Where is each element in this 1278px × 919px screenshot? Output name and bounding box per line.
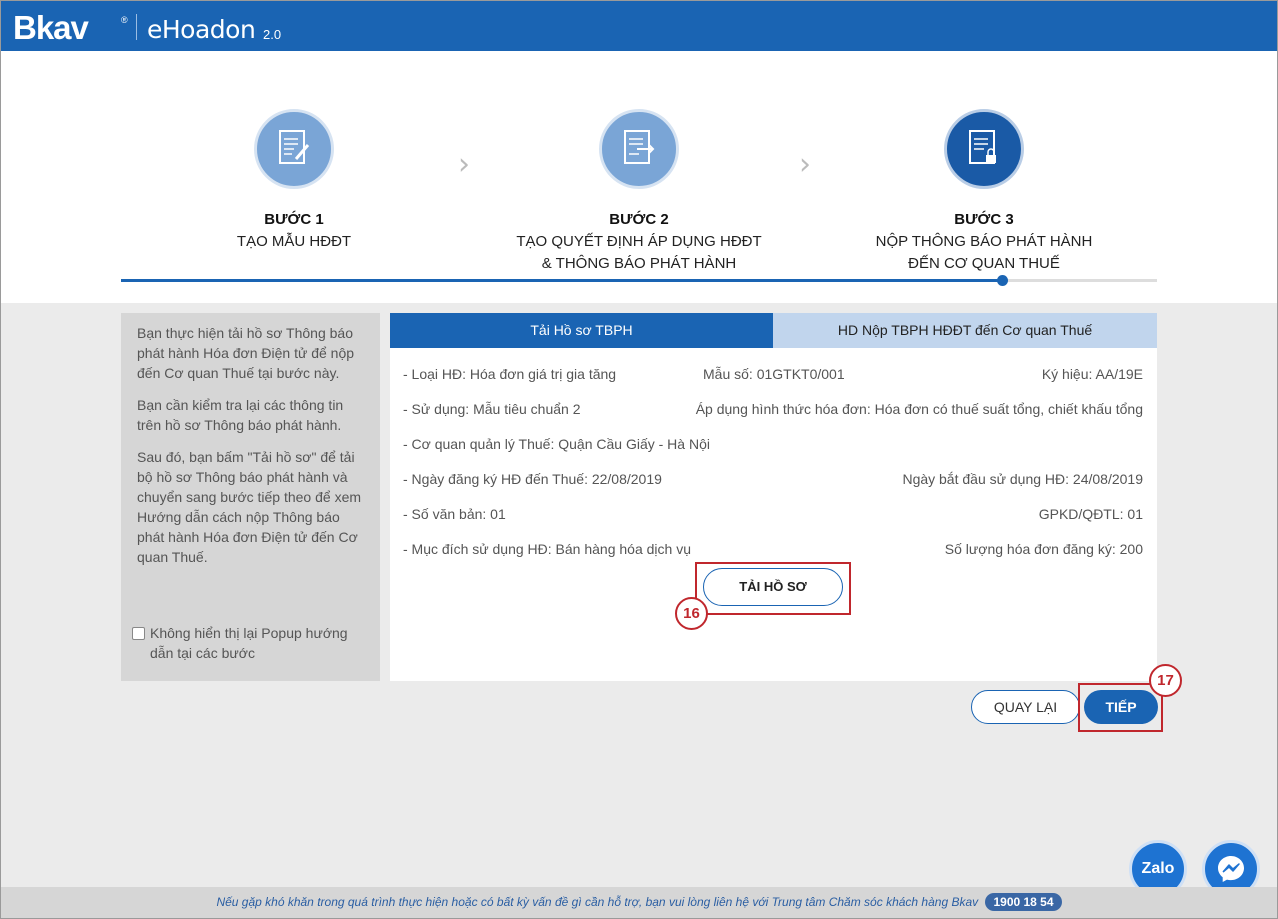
info-row: - Sử dụng: Mẫu tiêu chuẩn 2 Áp dụng hình…: [403, 401, 1143, 421]
step-2-title: BƯỚC 2: [609, 211, 669, 228]
template-usage: - Sử dụng: Mẫu tiêu chuẩn 2: [403, 401, 581, 417]
step-2-desc: TẠO QUYẾT ĐỊNH ÁP DỤNG HĐĐT & THÔNG BÁO …: [516, 233, 762, 272]
serial-symbol: Ký hiệu: AA/19E: [1041, 366, 1143, 382]
invoice-quantity: Số lượng hóa đơn đăng ký: 200: [944, 541, 1143, 557]
step-2-circle: [599, 109, 679, 189]
info-row: - Cơ quan quản lý Thuế: Quận Cầu Giấy - …: [403, 436, 1143, 456]
step-3-title: BƯỚC 3: [954, 211, 1014, 228]
business-license: GPKD/QĐTL: 01: [1038, 506, 1143, 522]
registered-mark: ®: [121, 15, 128, 25]
tab-tai-ho-so[interactable]: Tải Hồ sơ TBPH: [390, 313, 773, 348]
progress-indicator: [996, 275, 1008, 286]
support-footer: Nếu gặp khó khăn trong quá trình thực hi…: [1, 887, 1277, 918]
annotation-box-16: [695, 562, 851, 615]
info-row: - Mục đích sử dụng HĐ: Bán hàng hóa dịch…: [403, 541, 1143, 561]
info-row: - Số văn bản: 01 GPKD/QĐTL: 01: [403, 506, 1143, 526]
step-1-title: BƯỚC 1: [264, 211, 324, 228]
app-name: eHoadon: [147, 15, 256, 44]
step-2: BƯỚC 2 TẠO QUYẾT ĐỊNH ÁP DỤNG HĐĐT & THÔ…: [489, 109, 789, 275]
invoice-form-applied: Áp dụng hình thức hóa đơn: Hóa đơn có th…: [695, 401, 1143, 417]
annotation-badge-17: 17: [1149, 664, 1182, 697]
step-1-desc: TẠO MẪU HĐĐT: [236, 233, 352, 250]
registration-date: - Ngày đăng ký HĐ đến Thuế: 22/08/2019: [403, 471, 662, 487]
main-panel: Tải Hồ sơ TBPH HD Nộp TBPH HĐĐT đến Cơ q…: [390, 313, 1157, 681]
back-button[interactable]: QUAY LẠI: [971, 690, 1080, 724]
support-text: Nếu gặp khó khăn trong quá trình thực hi…: [216, 895, 979, 909]
step-1-circle: [254, 109, 334, 189]
info-row: - Ngày đăng ký HĐ đến Thuế: 22/08/2019 N…: [403, 471, 1143, 491]
hide-popup-label: Không hiển thị lại Popup hướng dẫn tại c…: [150, 625, 348, 661]
chevron-right-icon: ›: [458, 147, 470, 182]
step-wizard: BƯỚC 1 TẠO MẪU HĐĐT › BƯỚC 2 TẠO QUYẾT Đ…: [1, 51, 1277, 303]
help-paragraph: Sau đó, bạn bấm "Tải hồ sơ" để tải bộ hồ…: [137, 449, 362, 565]
zalo-label: Zalo: [1141, 860, 1175, 877]
document-pen-icon: [279, 130, 310, 164]
hide-popup-checkbox[interactable]: Không hiển thị lại Popup hướng dẫn tại c…: [132, 623, 372, 663]
tab-huong-dan-nop[interactable]: HD Nộp TBPH HĐĐT đến Cơ quan Thuế: [773, 313, 1157, 348]
step-3-circle: [944, 109, 1024, 189]
info-row: - Loại HĐ: Hóa đơn giá trị gia tăng Mẫu …: [403, 366, 1143, 386]
progress-fill: [121, 279, 1002, 282]
document-lock-icon: [969, 130, 996, 164]
step-3: BƯỚC 3 NỘP THÔNG BÁO PHÁT HÀNH ĐẾN CƠ QU…: [834, 109, 1134, 275]
annotation-box-17: [1078, 683, 1163, 732]
chevron-right-icon: ›: [799, 147, 811, 182]
tax-authority: - Cơ quan quản lý Thuế: Quận Cầu Giấy - …: [403, 436, 710, 452]
messenger-icon: [1218, 856, 1244, 882]
hotline-badge[interactable]: 1900 18 54: [985, 893, 1062, 911]
document-arrow-icon: [624, 130, 655, 164]
help-paragraph: Bạn thực hiện tải hồ sơ Thông báo phát h…: [137, 325, 355, 381]
document-number: - Số văn bản: 01: [403, 506, 506, 522]
step-1: BƯỚC 1 TẠO MẪU HĐĐT: [144, 109, 444, 253]
step-3-desc: NỘP THÔNG BÁO PHÁT HÀNH ĐẾN CƠ QUAN THUẾ: [875, 233, 1093, 272]
checkbox-box[interactable]: [132, 627, 145, 640]
form-number: Mẫu số: 01GTKT0/001: [703, 366, 845, 382]
help-paragraph: Bạn cần kiểm tra lại các thông tin trên …: [137, 397, 344, 433]
bkav-logo[interactable]: Bkav: [13, 9, 89, 47]
progress-bar: [121, 275, 1157, 286]
start-date: Ngày bắt đầu sử dụng HĐ: 24/08/2019: [902, 471, 1143, 487]
header-divider: [136, 14, 137, 40]
app-version: 2.0: [263, 27, 282, 42]
help-sidebar: Bạn thực hiện tải hồ sơ Thông báo phát h…: [121, 313, 380, 681]
usage-purpose: - Mục đích sử dụng HĐ: Bán hàng hóa dịch…: [403, 541, 691, 557]
app-header: Bkav ® eHoadon 2.0: [1, 1, 1277, 51]
invoice-type: - Loại HĐ: Hóa đơn giá trị gia tăng: [403, 366, 617, 382]
annotation-badge-16: 16: [675, 597, 708, 630]
